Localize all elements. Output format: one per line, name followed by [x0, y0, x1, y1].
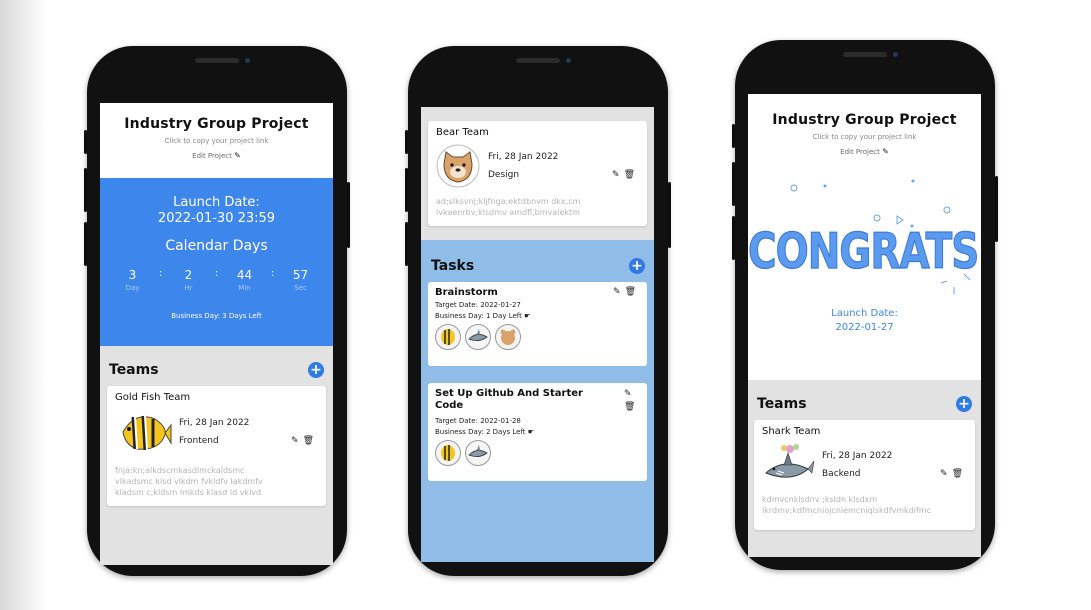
stage: Industry Group Project Click to copy you… — [0, 0, 1091, 610]
bear-avatar — [495, 324, 521, 350]
task-business-day: Business Day: 1 Day Left ☛ — [435, 312, 640, 320]
team-card[interactable]: Bear Team Fri, 28 Jan 2022 Design ✎🗑 ad;… — [428, 121, 647, 226]
phone-screen: Industry Group Project Click to copy you… — [100, 103, 333, 565]
shark-avatar — [762, 443, 816, 487]
team-description: fnja;kn;alkdscmkasdlmckaldsmc vlkadsmc k… — [115, 465, 318, 498]
bear-avatar — [436, 144, 480, 188]
add-team-button[interactable]: + — [956, 396, 972, 412]
teams-section: Teams + Shark Team Fri, 28 Jan 2022 Back… — [748, 380, 981, 557]
team-description-line: vlkadsmc klsd vlkdm fvkldfv lakdmfv — [115, 477, 263, 486]
phone-screen: Bear Team Fri, 28 Jan 2022 Design ✎🗑 ad;… — [421, 107, 654, 562]
teams-title: Teams — [757, 396, 807, 412]
task-target-date: Target Date: 2022-01-27 — [435, 301, 521, 309]
add-task-button[interactable]: + — [629, 258, 645, 274]
team-description-line: ad;slksvnj;kljfnga;ektdbnvm dkx,cm — [436, 197, 581, 206]
countdown-minutes-label: Min — [238, 284, 251, 292]
team-name: Gold Fish Team — [115, 392, 191, 403]
edit-project-label: Edit Project — [192, 152, 232, 160]
team-description-line: kladsm c;kldsm lmkds klasd ld vklvd — [115, 488, 262, 497]
task-business-day-text: Business Day: 2 Days Left — [435, 428, 526, 436]
task-business-day: Business Day: 2 Days Left ☛ — [435, 428, 640, 436]
add-team-button[interactable]: + — [308, 362, 324, 378]
background-shade — [0, 0, 46, 610]
team-card[interactable]: Shark Team Fri, 28 Jan 2022 Backend ✎🗑 k… — [754, 420, 975, 530]
pointing-hand-icon: ☛ — [527, 428, 535, 436]
edit-project-button[interactable]: Edit Project ✎ — [100, 151, 333, 160]
tasks-title: Tasks — [431, 258, 475, 274]
task-card[interactable]: Brainstorm ✎🗑 Target Date: 2022-01-27 Bu… — [428, 282, 647, 366]
team-description-line: kdmvcnklsdnv ;ksldn klsdxm — [762, 495, 878, 504]
launch-datetime: 2022-01-30 23:59 — [157, 211, 276, 226]
pencil-icon[interactable]: ✎ — [613, 287, 625, 297]
task-card[interactable]: Set Up Github And Starter Code ✎ 🗑 Target… — [428, 383, 647, 481]
teams-section: Teams + Gold Fish Team Fri, 28 Jan 2022 … — [100, 346, 333, 565]
team-card[interactable]: Gold Fish Team Fri, 28 Jan 2022 Frontend… — [107, 386, 326, 506]
team-description-line: fnja;kn;alkdscmkasdlmckaldsmc — [115, 466, 245, 475]
congrats-panel: CONGRATS! Launch Date: 2022-01-27 — [748, 156, 981, 346]
team-date: Fri, 28 Jan 2022 — [488, 152, 559, 162]
task-target-date: Target Date: 2022-01-28 — [435, 417, 521, 425]
shark-avatar — [465, 440, 491, 466]
launch-label: Launch Date: — [173, 195, 260, 210]
countdown-days-label: Day — [125, 284, 140, 292]
tasks-section: Tasks + Brainstorm ✎🗑 Target Date: 2022-… — [421, 240, 654, 562]
launch-date: 2022-01-27 — [835, 322, 894, 333]
phone-project-overview: Industry Group Project Click to copy you… — [84, 46, 350, 576]
team-category: Design — [488, 170, 520, 180]
trash-icon[interactable]: 🗑 — [624, 170, 639, 180]
team-description-line: lkrdmv;kdfmcniojcniemcniqiskdfvmkdifmc — [762, 506, 931, 515]
countdown-seconds-label: Sec — [294, 284, 307, 292]
trash-icon[interactable]: 🗑 — [625, 287, 640, 297]
pencil-icon: ✎ — [234, 151, 241, 160]
phone-congrats: Industry Group Project Click to copy you… — [732, 40, 998, 570]
countdown-days: 3 — [128, 268, 137, 282]
launch-panel: Launch Date: 2022-01-30 23:59 Calendar D… — [100, 178, 333, 346]
copy-link[interactable]: Click to copy your project link — [100, 137, 333, 145]
team-description-line: lvkaenrbv;klsdmv amdfl,bmvalektm — [436, 208, 580, 217]
trash-icon[interactable]: 🗑 — [303, 436, 318, 446]
calendar-days-label: Calendar Days — [165, 238, 268, 254]
trash-icon[interactable]: 🗑 — [952, 469, 967, 479]
countdown: 3 Day : 2 Hr : 44 Min : 57 Sec — [100, 268, 333, 292]
copy-link[interactable]: Click to copy your project link — [748, 133, 981, 141]
pointing-hand-icon: ☛ — [524, 312, 531, 320]
countdown-hours: 2 — [184, 268, 193, 282]
page-title: Industry Group Project — [772, 112, 957, 128]
countdown-seconds: 57 — [292, 268, 309, 282]
pencil-icon[interactable]: ✎ — [624, 389, 632, 399]
gold-fish-avatar — [435, 324, 461, 350]
team-name: Bear Team — [436, 127, 489, 138]
countdown-hours-label: Hr — [184, 284, 193, 292]
congrats-banner: CONGRATS! — [748, 224, 981, 282]
gold-fish-avatar — [115, 407, 173, 457]
pencil-icon[interactable]: ✎ — [940, 469, 952, 479]
teams-title: Teams — [109, 362, 159, 378]
gold-fish-avatar — [435, 440, 461, 466]
team-category: Frontend — [179, 436, 219, 446]
pencil-icon: ✎ — [882, 147, 889, 156]
page-title: Industry Group Project — [124, 116, 309, 132]
edit-project-button[interactable]: Edit Project ✎ — [748, 147, 981, 156]
business-day-status: Business Day: 3 Days Left — [171, 312, 262, 320]
task-title: Brainstorm — [435, 287, 498, 298]
shark-avatar — [465, 324, 491, 350]
edit-project-label: Edit Project — [840, 148, 880, 156]
team-description: ad;slksvnj;kljfnga;ektdbnvm dkx,cm lvkae… — [436, 196, 639, 218]
countdown-minutes: 44 — [236, 268, 253, 282]
team-name: Shark Team — [762, 426, 821, 437]
pencil-icon[interactable]: ✎ — [612, 170, 624, 180]
team-date: Fri, 28 Jan 2022 — [822, 451, 893, 461]
team-category: Backend — [822, 469, 861, 479]
phone-screen: Industry Group Project Click to copy you… — [748, 94, 981, 557]
task-business-day-text: Business Day: 1 Day Left — [435, 312, 522, 320]
task-title: Set Up Github And Starter Code — [435, 388, 583, 411]
launch-label: Launch Date: — [831, 308, 898, 319]
trash-icon[interactable]: 🗑 — [624, 402, 635, 412]
phone-tasks: Bear Team Fri, 28 Jan 2022 Design ✎🗑 ad;… — [405, 46, 671, 576]
team-description: kdmvcnklsdnv ;ksldn klsdxm lkrdmv;kdfmcn… — [762, 494, 967, 516]
pencil-icon[interactable]: ✎ — [291, 436, 303, 446]
team-date: Fri, 28 Jan 2022 — [179, 418, 250, 428]
